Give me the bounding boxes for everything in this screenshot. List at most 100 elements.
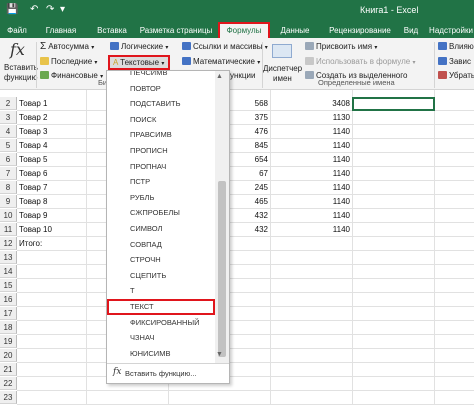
tab-insert[interactable]: Вставка — [92, 24, 132, 38]
cell-product-name[interactable]: Товар 6 — [19, 167, 89, 180]
cell-sum[interactable]: 1140 — [300, 223, 350, 236]
dropdown-function-item[interactable]: Т — [107, 283, 215, 299]
name-manager-label[interactable]: Диспетчер — [263, 64, 302, 74]
dropdown-function-item[interactable]: ПОИСК — [107, 112, 215, 128]
cell-product-name[interactable]: Товар 5 — [19, 153, 89, 166]
selected-cell[interactable] — [352, 97, 435, 111]
cell-quantity[interactable]: 465 — [230, 195, 268, 208]
cell-sum[interactable]: 1140 — [300, 195, 350, 208]
trace-precedents-button[interactable]: Влияю — [438, 42, 474, 52]
cell-quantity[interactable]: 432 — [230, 209, 268, 222]
row-header[interactable]: 17 — [0, 307, 17, 320]
cell-quantity[interactable]: 654 — [230, 153, 268, 166]
dropdown-scroll-thumb[interactable] — [218, 181, 226, 357]
dropdown-function-item[interactable]: СИМВОЛ — [107, 221, 215, 237]
row-header[interactable]: 18 — [0, 321, 17, 334]
row-header[interactable]: 4 — [0, 125, 17, 138]
dropdown-function-item[interactable]: СЦЕПИТЬ — [107, 268, 215, 284]
cell-product-name[interactable]: Товар 9 — [19, 209, 89, 222]
cell-quantity[interactable]: 845 — [230, 139, 268, 152]
row-header[interactable]: 14 — [0, 265, 17, 278]
trace-dependents-button[interactable]: Завис — [438, 57, 471, 67]
worksheet-grid[interactable]: 2 3 4 5 6 7 8 9 10 11 12 13 14 15 16 17 18 19 20 21 22 23 Тов… — [0, 90, 474, 405]
row-header[interactable]: 8 — [0, 181, 17, 194]
lookup-button[interactable]: Ссылки и массивы ▾ — [182, 42, 268, 53]
row-header[interactable]: 3 — [0, 111, 17, 124]
dropdown-function-item[interactable]: ЮНИСИМВ — [107, 346, 215, 362]
scroll-up-icon[interactable]: ▲ — [216, 73, 223, 80]
cell-quantity[interactable]: 568 — [230, 97, 268, 110]
cell-sum[interactable]: 1140 — [300, 125, 350, 138]
row-header[interactable]: 5 — [0, 139, 17, 152]
cell-product-name[interactable]: Товар 1 — [19, 97, 89, 110]
undo-icon[interactable]: ↶ — [30, 4, 38, 16]
cell-sum[interactable]: 3408 — [300, 97, 350, 110]
cell-sum[interactable]: 1130 — [300, 111, 350, 124]
name-manager-icon[interactable] — [272, 44, 292, 58]
cell-product-name[interactable]: Товар 10 — [19, 223, 89, 236]
save-icon[interactable]: 💾 — [6, 4, 18, 16]
cell-quantity[interactable]: 375 — [230, 111, 268, 124]
cell-product-name[interactable]: Товар 4 — [19, 139, 89, 152]
row-header[interactable]: 11 — [0, 223, 17, 236]
insert-function-icon[interactable]: fx — [10, 41, 25, 59]
more-functions-button[interactable]: ункции — [230, 71, 255, 81]
dropdown-function-item[interactable]: ПРОПНАЧ — [107, 159, 215, 175]
row-header[interactable]: 13 — [0, 251, 17, 264]
logical-button[interactable]: Логические ▾ — [110, 42, 168, 53]
row-header[interactable]: 16 — [0, 293, 17, 306]
row-header[interactable]: 22 — [0, 377, 17, 390]
cell-product-name[interactable]: Товар 7 — [19, 181, 89, 194]
cell-quantity[interactable]: 476 — [230, 125, 268, 138]
cell-sum[interactable]: 1140 — [300, 181, 350, 194]
insert-function-menu-item[interactable]: fx Вставить функцию... — [107, 363, 229, 383]
scroll-down-icon[interactable]: ▼ — [216, 351, 223, 358]
cell-sum[interactable]: 1140 — [300, 153, 350, 166]
cell-sum[interactable]: 1140 — [300, 167, 350, 180]
cell-quantity[interactable]: 67 — [230, 167, 268, 180]
assign-name-button[interactable]: Присвоить имя ▾ — [305, 42, 377, 53]
cell-quantity[interactable]: 245 — [230, 181, 268, 194]
row-header[interactable]: 7 — [0, 167, 17, 180]
dropdown-function-item[interactable]: ЧЗНАЧ — [107, 330, 215, 346]
recent-button[interactable]: Последние ▾ — [40, 57, 97, 68]
dropdown-function-item[interactable]: СЖПРОБЕЛЫ — [107, 205, 215, 221]
tab-data[interactable]: Данные — [276, 24, 314, 38]
dropdown-function-item[interactable]: ПРАВСИМВ — [107, 127, 215, 143]
row-header[interactable]: 2 — [0, 97, 17, 110]
cell-sum[interactable]: 1140 — [300, 209, 350, 222]
insert-function-label-2[interactable]: функцию — [4, 73, 37, 83]
cell-product-name[interactable]: Товар 3 — [19, 125, 89, 138]
row-header[interactable]: 6 — [0, 153, 17, 166]
name-manager-label-2[interactable]: имен — [273, 74, 292, 84]
dropdown-function-item[interactable]: ТЕКСТ — [107, 299, 215, 315]
dropdown-function-item[interactable]: СОВПАД — [107, 237, 215, 253]
dropdown-function-item[interactable]: ФИКСИРОВАННЫЙ — [107, 315, 215, 331]
row-header[interactable]: 15 — [0, 279, 17, 292]
autosum-button[interactable]: Σ Автосумма ▾ — [40, 42, 94, 53]
dropdown-function-item[interactable]: ПРОПИСН — [107, 143, 215, 159]
customize-toolbar-icon[interactable]: ▾ — [60, 4, 65, 16]
cell-product-name[interactable]: Товар 8 — [19, 195, 89, 208]
math-button[interactable]: Математические ▾ — [182, 57, 260, 68]
row-header[interactable]: 20 — [0, 349, 17, 362]
tab-review[interactable]: Рецензирование — [322, 24, 398, 38]
tab-file[interactable]: Файл — [6, 24, 28, 38]
dropdown-function-item[interactable]: ПЕЧСИМВ — [107, 71, 215, 81]
remove-arrows-button[interactable]: Убрать — [438, 71, 474, 81]
row-header[interactable]: 23 — [0, 391, 17, 404]
tab-page-layout[interactable]: Разметка страницы — [138, 24, 214, 38]
tab-view[interactable]: Вид — [402, 24, 420, 38]
cell-sum[interactable]: 1140 — [300, 139, 350, 152]
use-in-formula-button[interactable]: Использовать в формуле ▾ — [305, 57, 415, 68]
cell-product-name[interactable]: Товар 2 — [19, 111, 89, 124]
cell-quantity[interactable]: 432 — [230, 223, 268, 236]
insert-function-label[interactable]: Вставить — [4, 63, 38, 73]
dropdown-function-item[interactable]: ПОДСТАВИТЬ — [107, 96, 215, 112]
dropdown-function-item[interactable]: СТРОЧН — [107, 252, 215, 268]
text-functions-button[interactable]: A Текстовые ▾ — [108, 55, 170, 70]
tab-home[interactable]: Главная — [40, 24, 82, 38]
row-header[interactable]: 21 — [0, 363, 17, 376]
financial-button[interactable]: Финансовые ▾ — [40, 71, 103, 82]
row-header[interactable]: 9 — [0, 195, 17, 208]
